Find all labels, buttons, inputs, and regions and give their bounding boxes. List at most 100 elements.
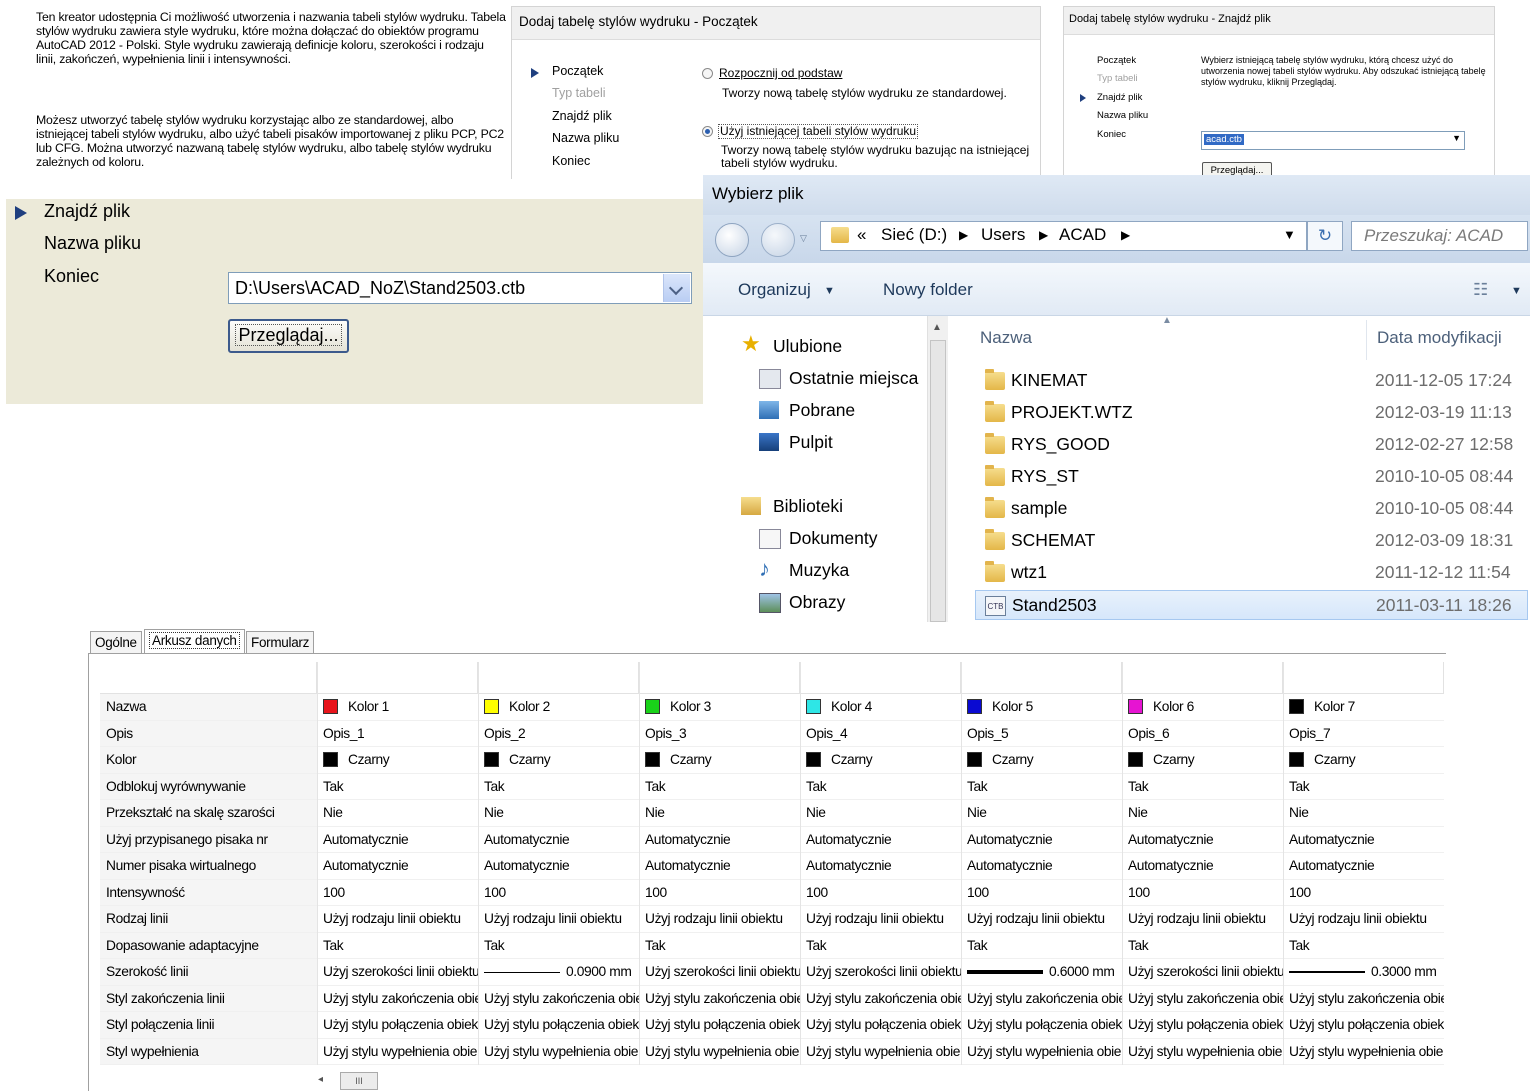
file-path-combo[interactable]: D:\Users\ACAD_NoZ\Stand2503.ctb (228, 272, 692, 304)
property-value-cell[interactable]: Użyj stylu zakończenia obiektu (317, 986, 478, 1012)
property-value-cell[interactable]: Użyj stylu zakończenia obiektu (1283, 986, 1444, 1012)
view-options-icon[interactable]: ☷ (1473, 280, 1488, 300)
property-value-cell[interactable]: Opis_4 (800, 721, 961, 747)
property-value-cell[interactable]: Automatycznie (639, 853, 800, 880)
property-value-cell[interactable]: Czarny (1283, 747, 1444, 774)
grid-header-cell[interactable] (800, 662, 961, 694)
property-value-cell[interactable]: Użyj stylu zakończenia obiektu (800, 986, 961, 1012)
grid-header-cell[interactable] (1122, 662, 1283, 694)
property-value-cell[interactable]: Automatycznie (800, 827, 961, 853)
property-value-cell[interactable]: 100 (478, 880, 639, 906)
property-value-cell[interactable]: Użyj stylu wypełnienia obiektu (1283, 1039, 1444, 1065)
scrollbar-thumb[interactable] (930, 340, 946, 622)
scroll-left-icon[interactable]: ◂ (318, 1074, 323, 1085)
property-value-cell[interactable]: Użyj rodzaju linii obiektu (478, 906, 639, 933)
use-existing-table-label[interactable]: Użyj istniejącej tabeli stylów wydruku (718, 124, 919, 139)
recent-pages-chevron-icon[interactable]: ▽ (800, 233, 807, 244)
property-value-cell[interactable]: Automatycznie (1122, 853, 1283, 880)
property-value-cell[interactable]: Kolor 7 (1283, 694, 1444, 721)
property-value-cell[interactable]: Czarny (1122, 747, 1283, 774)
property-value-cell[interactable]: Automatycznie (317, 853, 478, 880)
path-separator-icon[interactable]: ▶ (1121, 228, 1130, 242)
property-value-cell[interactable]: Użyj stylu połączenia obiektu (478, 1012, 639, 1039)
file-row[interactable]: sample 2010-10-05 08:44 (975, 494, 1528, 524)
address-bar[interactable]: « Sieć (D:) ▶ Users ▶ ACAD ▶ ▼ (820, 221, 1307, 251)
path-separator-icon[interactable]: ▶ (1039, 228, 1048, 242)
property-value-cell[interactable]: 100 (317, 880, 478, 906)
property-value-cell[interactable]: Automatycznie (639, 827, 800, 853)
property-value-cell[interactable]: Tak (961, 774, 1122, 800)
property-value-cell[interactable]: Użyj szerokości linii obiektu (800, 959, 961, 986)
sidebar-favorites[interactable]: Ulubione (773, 336, 842, 357)
property-value-cell[interactable]: Opis_1 (317, 721, 478, 747)
property-value-cell[interactable]: Czarny (317, 747, 478, 774)
start-from-scratch-label[interactable]: Rozpocznij od podstaw (719, 67, 842, 80)
sidebar-libraries[interactable]: Biblioteki (773, 496, 843, 517)
property-value-cell[interactable]: Automatycznie (478, 853, 639, 880)
property-value-cell[interactable]: Kolor 5 (961, 694, 1122, 721)
back-arrow-icon[interactable] (715, 223, 749, 257)
property-value-cell[interactable]: Automatycznie (961, 853, 1122, 880)
start-from-scratch-radio[interactable] (702, 68, 713, 79)
sidebar-downloads[interactable]: Pobrane (789, 400, 855, 421)
scrollbar-thumb[interactable]: III (340, 1072, 378, 1090)
property-value-cell[interactable]: Nie (478, 800, 639, 827)
path-segment-drive[interactable]: Sieć (D:) (881, 225, 947, 245)
chevron-down-icon[interactable] (663, 274, 690, 302)
file-row[interactable]: RYS_GOOD 2012-02-27 12:58 (975, 430, 1528, 460)
chevron-down-icon[interactable]: ▼ (1452, 133, 1461, 143)
grid-header-cell[interactable] (1283, 662, 1444, 694)
property-value-cell[interactable]: 0.0900 mm (478, 959, 639, 986)
property-value-cell[interactable]: Użyj rodzaju linii obiektu (317, 906, 478, 933)
property-value-cell[interactable]: Użyj szerokości linii obiektu (1122, 959, 1283, 986)
property-value-cell[interactable]: 100 (1283, 880, 1444, 906)
property-value-cell[interactable]: Opis_2 (478, 721, 639, 747)
file-row[interactable]: wtz1 2011-12-12 11:54 (975, 558, 1528, 588)
file-row[interactable]: CTB Stand2503 2011-03-11 18:26 (975, 590, 1528, 620)
refresh-icon[interactable]: ↻ (1307, 221, 1343, 251)
forward-arrow-icon[interactable] (761, 223, 795, 257)
sidebar-desktop[interactable]: Pulpit (789, 432, 833, 453)
property-value-cell[interactable]: Opis_5 (961, 721, 1122, 747)
sidebar-documents[interactable]: Dokumenty (789, 528, 878, 549)
property-value-cell[interactable]: Tak (1283, 774, 1444, 800)
new-folder-button[interactable]: Nowy folder (883, 280, 973, 300)
property-value-cell[interactable]: Tak (800, 933, 961, 959)
grid-header-cell[interactable] (961, 662, 1122, 694)
search-input[interactable]: Przeszukaj: ACAD (1351, 221, 1528, 251)
property-value-cell[interactable]: Automatycznie (1283, 853, 1444, 880)
property-value-cell[interactable]: Użyj stylu wypełnienia obiektu (478, 1039, 639, 1065)
property-value-cell[interactable]: Użyj stylu wypełnienia obiektu (800, 1039, 961, 1065)
browse-button[interactable]: Przeglądaj... (228, 319, 349, 353)
property-value-cell[interactable]: Użyj stylu połączenia obiektu (639, 1012, 800, 1039)
property-value-cell[interactable]: Nie (961, 800, 1122, 827)
sidebar-pictures[interactable]: Obrazy (789, 592, 845, 613)
property-value-cell[interactable]: Tak (478, 774, 639, 800)
sidebar-music[interactable]: Muzyka (789, 560, 849, 581)
horizontal-scrollbar[interactable]: ◂ III (318, 1072, 378, 1090)
property-value-cell[interactable]: Tak (639, 774, 800, 800)
file-row[interactable]: RYS_ST 2010-10-05 08:44 (975, 462, 1528, 492)
property-value-cell[interactable]: Tak (1283, 933, 1444, 959)
property-value-cell[interactable]: 100 (800, 880, 961, 906)
property-value-cell[interactable]: Użyj stylu zakończenia obiektu (478, 986, 639, 1012)
property-value-cell[interactable]: Tak (478, 933, 639, 959)
property-value-cell[interactable]: Użyj stylu wypełnienia obiektu (1122, 1039, 1283, 1065)
property-value-cell[interactable]: Czarny (800, 747, 961, 774)
use-existing-table-radio[interactable] (702, 126, 713, 137)
column-divider[interactable] (1366, 320, 1367, 360)
property-value-cell[interactable]: Użyj rodzaju linii obiektu (961, 906, 1122, 933)
sidebar-recent-places[interactable]: Ostatnie miejsca (789, 368, 918, 389)
property-value-cell[interactable]: 0.3000 mm (1283, 959, 1444, 986)
property-value-cell[interactable]: Użyj stylu połączenia obiektu (961, 1012, 1122, 1039)
property-value-cell[interactable]: Kolor 6 (1122, 694, 1283, 721)
property-value-cell[interactable]: Kolor 1 (317, 694, 478, 721)
property-value-cell[interactable]: Automatycznie (317, 827, 478, 853)
property-value-cell[interactable]: Opis_3 (639, 721, 800, 747)
property-value-cell[interactable]: Użyj stylu połączenia obiektu (1122, 1012, 1283, 1039)
property-value-cell[interactable]: Kolor 4 (800, 694, 961, 721)
property-value-cell[interactable]: Automatycznie (1122, 827, 1283, 853)
property-value-cell[interactable]: Nie (1122, 800, 1283, 827)
property-value-cell[interactable]: Tak (961, 933, 1122, 959)
chevron-down-icon[interactable]: ▼ (824, 285, 835, 297)
